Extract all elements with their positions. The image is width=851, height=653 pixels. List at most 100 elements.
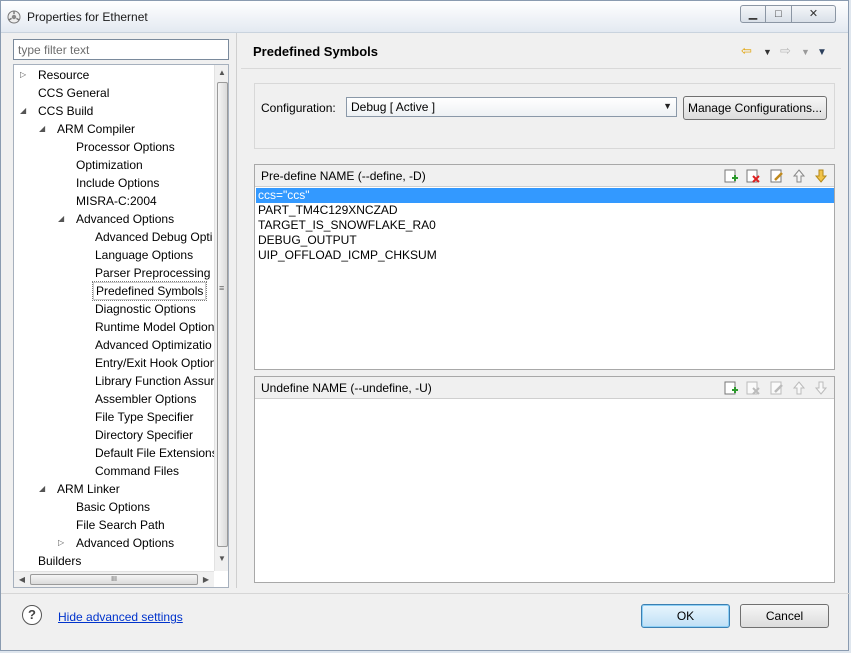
window-title: Properties for Ethernet: [27, 10, 148, 24]
tree-expand-icon[interactable]: ▷: [58, 534, 68, 552]
scroll-right-arrow-icon[interactable]: ▶: [199, 575, 213, 584]
predefine-header: Pre-define NAME (--define, -D): [255, 165, 834, 187]
filter-input[interactable]: [13, 39, 229, 60]
tree-item[interactable]: Library Function Assur: [14, 372, 215, 390]
tree-item[interactable]: Parser Preprocessing C: [14, 264, 222, 282]
tree-collapse-icon[interactable]: ◢: [20, 102, 30, 120]
manage-configurations-button[interactable]: Manage Configurations...: [683, 96, 827, 120]
property-tree[interactable]: ▷ Resource CCS General ◢ CCS Build ◢ ARM Compi…: [13, 64, 229, 588]
tree-item-label: Default File Extensions: [95, 446, 218, 460]
page-title: Predefined Symbols: [253, 44, 378, 59]
tree-item[interactable]: ◢ Advanced Options: [14, 210, 213, 228]
tree-item-label: Basic Options: [76, 500, 151, 514]
view-menu-icon[interactable]: ▼: [817, 47, 827, 58]
close-button[interactable]: ✕: [792, 5, 836, 23]
tree-item[interactable]: Diagnostic Options: [14, 300, 213, 318]
tree-item[interactable]: Builders: [14, 552, 213, 570]
minimize-button[interactable]: ▁: [740, 5, 766, 23]
properties-dialog: Properties for Ethernet ▁ □ ✕ ▷ Resource C…: [0, 0, 850, 651]
pane-splitter[interactable]: [236, 33, 240, 588]
predefine-list-item[interactable]: TARGET_IS_SNOWFLAKE_RA0: [256, 218, 834, 233]
tree-item[interactable]: Language Options: [14, 246, 213, 264]
tree-item-label: Diagnostic Options: [95, 302, 196, 316]
tree-item[interactable]: ◢ ARM Compiler: [14, 120, 213, 138]
tree-item[interactable]: Optimization: [14, 156, 213, 174]
predefine-list-item[interactable]: DEBUG_OUTPUT: [256, 233, 834, 248]
tree-item[interactable]: ◢ ARM Linker: [14, 480, 213, 498]
predefine-list-item[interactable]: ccs="ccs": [256, 188, 834, 203]
header-divider: [241, 68, 841, 69]
predefine-title: Pre-define NAME (--define, -D): [261, 169, 426, 183]
tree-item-label: Assembler Options: [95, 392, 197, 406]
forward-arrow-icon[interactable]: ⇨: [780, 43, 791, 59]
tree-item[interactable]: ▷ Resource: [14, 66, 213, 84]
predefine-list-item[interactable]: UIP_OFFLOAD_ICMP_CHKSUM: [256, 248, 834, 263]
tree-item[interactable]: MISRA-C:2004: [14, 192, 213, 210]
scroll-left-arrow-icon[interactable]: ◀: [15, 575, 29, 584]
tree-item-label: Runtime Model Option: [95, 320, 215, 334]
tree-item[interactable]: File Search Path: [14, 516, 213, 534]
predefine-list-item[interactable]: PART_TM4C129XNCZAD: [256, 203, 834, 218]
tree-item[interactable]: Advanced Optimizatio: [14, 336, 213, 354]
move-up-icon[interactable]: [791, 168, 807, 184]
forward-history-dropdown-icon[interactable]: ▼: [801, 47, 810, 57]
add-icon[interactable]: [723, 168, 739, 184]
tree-item[interactable]: Basic Options: [14, 498, 213, 516]
tree-hscroll-thumb[interactable]: III: [30, 574, 198, 585]
ok-button[interactable]: OK: [641, 604, 730, 628]
edit-icon[interactable]: [769, 168, 785, 184]
tree-item-label: MISRA-C:2004: [76, 194, 157, 208]
scroll-down-arrow-icon[interactable]: ▼: [215, 554, 228, 563]
tree-item-label: Advanced Optimizatio: [95, 338, 212, 352]
tree-vscroll-thumb[interactable]: ≡: [217, 82, 228, 547]
tree-item[interactable]: Advanced Debug Opti: [14, 228, 213, 246]
tree-item-label: CCS General: [38, 86, 110, 100]
tree-item[interactable]: Runtime Model Option: [14, 318, 215, 336]
tree-horizontal-scrollbar[interactable]: ◀ III ▶: [14, 571, 214, 587]
tree-item-label: Command Files: [95, 464, 180, 478]
add-icon[interactable]: [723, 380, 739, 396]
tree-item[interactable]: File Type Specifier: [14, 408, 213, 426]
tree-item[interactable]: Processor Options: [14, 138, 213, 156]
tree-item-label: Advanced Options: [76, 212, 175, 226]
tree-collapse-icon[interactable]: ◢: [58, 210, 68, 228]
tree-item[interactable]: Predefined Symbols: [14, 281, 213, 301]
chevron-down-icon: ▼: [663, 101, 672, 111]
configuration-value: Debug [ Active ]: [351, 100, 436, 114]
cancel-button[interactable]: Cancel: [740, 604, 829, 628]
undefine-title: Undefine NAME (--undefine, -U): [261, 381, 432, 395]
tree-item[interactable]: ◢ CCS Build: [14, 102, 213, 120]
maximize-button[interactable]: □: [766, 5, 792, 23]
tree-item-label: Include Options: [76, 176, 160, 190]
move-up-icon: [792, 381, 806, 395]
tree-item[interactable]: Entry/Exit Hook Option: [14, 354, 216, 372]
tree-item-label: Resource: [38, 68, 90, 82]
tree-item-label: Advanced Debug Opti: [95, 230, 213, 244]
tree-item-label: Library Function Assur: [95, 374, 215, 388]
tree-item[interactable]: Default File Extensions: [14, 444, 218, 462]
tree-expand-icon[interactable]: ▷: [20, 66, 30, 84]
scroll-up-arrow-icon[interactable]: ▲: [215, 68, 228, 77]
back-arrow-icon[interactable]: ⇦: [741, 43, 752, 59]
tree-collapse-icon[interactable]: ◢: [39, 480, 49, 498]
hide-advanced-settings-link[interactable]: Hide advanced settings: [58, 610, 183, 624]
back-history-dropdown-icon[interactable]: ▼: [763, 47, 772, 57]
tree-item-label: File Type Specifier: [95, 410, 194, 424]
tree-item[interactable]: Include Options: [14, 174, 213, 192]
tree-item-label: Predefined Symbols: [91, 281, 208, 301]
tree-collapse-icon[interactable]: ◢: [39, 120, 49, 138]
tree-item-label: Language Options: [95, 248, 194, 262]
move-down-icon[interactable]: [813, 168, 829, 184]
help-icon[interactable]: ?: [22, 605, 42, 625]
tree-item[interactable]: ▷ Advanced Options: [14, 534, 213, 552]
configuration-select[interactable]: Debug [ Active ] ▼: [346, 97, 677, 117]
tree-item[interactable]: Command Files: [14, 462, 213, 480]
tree-item[interactable]: Directory Specifier: [14, 426, 213, 444]
tree-item[interactable]: Assembler Options: [14, 390, 213, 408]
tree-vertical-scrollbar[interactable]: ▲ ≡ ▼: [214, 65, 228, 571]
tree-item[interactable]: CCS General: [14, 84, 213, 102]
title-bar[interactable]: Properties for Ethernet ▁ □ ✕: [1, 1, 848, 33]
tree-item-label: CCS Build: [38, 104, 94, 118]
delete-icon[interactable]: [745, 168, 761, 184]
footer-divider: [1, 593, 850, 594]
